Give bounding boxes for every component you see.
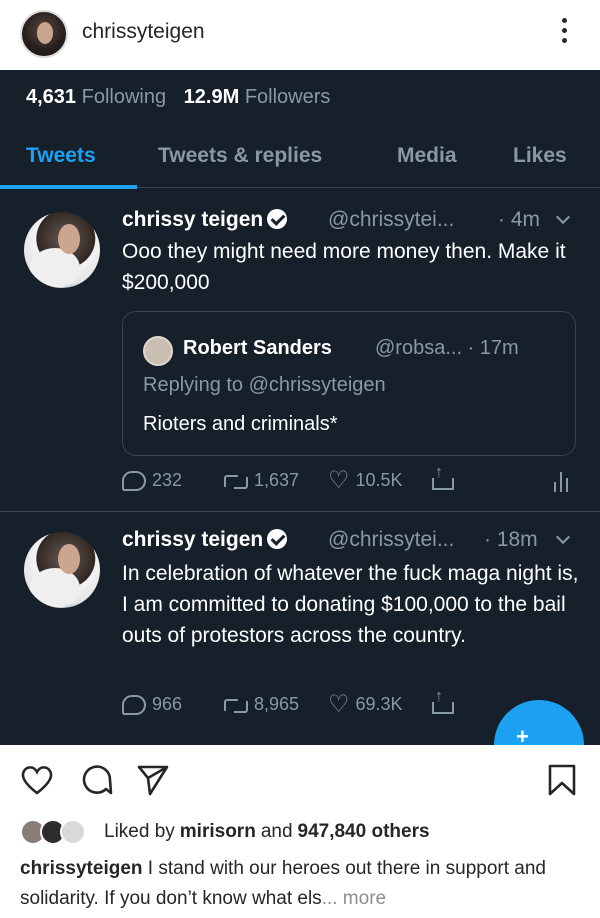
liked-by-and: and: [260, 821, 293, 842]
liked-by-row[interactable]: Liked by mirisorn and 947,840 others: [20, 819, 435, 845]
tab-media[interactable]: Media: [397, 144, 457, 168]
like-button[interactable]: ♡ 69.3K: [328, 690, 403, 718]
caption-more-link[interactable]: ... more: [322, 888, 386, 909]
tweet-time: · 18m: [484, 528, 538, 551]
reply-button[interactable]: 232: [122, 470, 182, 491]
post-username[interactable]: chrissyteigen: [82, 20, 205, 44]
like-count: 69.3K: [355, 694, 403, 714]
reply-button[interactable]: 966: [122, 694, 182, 715]
ig-post-header: chrissyteigen: [0, 0, 600, 70]
send-icon[interactable]: [136, 763, 170, 797]
liked-by-prefix: Liked by: [104, 821, 175, 842]
liked-by-user[interactable]: mirisorn: [180, 821, 256, 843]
liked-by-avatars: [20, 819, 98, 845]
following-count: 4,631: [26, 86, 77, 108]
tweet-avatar[interactable]: [24, 532, 100, 608]
reply-icon: [122, 694, 146, 715]
profile-avatar[interactable]: [20, 10, 68, 58]
share-icon: [432, 464, 454, 490]
verified-badge-icon: [267, 209, 288, 229]
compose-icon: +: [516, 724, 529, 745]
heart-icon: ♡: [328, 690, 350, 718]
tab-tweets[interactable]: Tweets: [26, 144, 96, 168]
active-tab-indicator: [0, 185, 137, 189]
followers-count: 12.9M: [183, 86, 240, 108]
quoted-tweet[interactable]: Robert Sanders @robsa... · 17m Replying …: [122, 311, 576, 456]
tab-likes[interactable]: Likes: [513, 144, 567, 168]
share-button[interactable]: [432, 688, 454, 714]
quoted-handle: @robsa... · 17m: [375, 337, 519, 359]
profile-tabs: Tweets Tweets & replies Media Likes: [0, 130, 600, 188]
bookmark-icon[interactable]: [545, 763, 579, 797]
followers-label: Followers: [244, 86, 331, 108]
retweet-button[interactable]: 1,637: [222, 470, 299, 491]
retweet-icon: [222, 697, 250, 713]
retweet-count: 8,965: [254, 694, 300, 714]
like-heart-icon[interactable]: [20, 763, 54, 797]
tweet-handle[interactable]: @chrissytei...: [328, 528, 454, 552]
chevron-down-icon[interactable]: [555, 209, 571, 225]
heart-icon: ♡: [328, 466, 350, 494]
more-options-icon[interactable]: [556, 18, 572, 48]
comment-icon[interactable]: [80, 763, 114, 797]
ig-action-bar: [0, 745, 600, 815]
tweet-author-name[interactable]: chrissy teigen: [122, 208, 288, 232]
analytics-icon[interactable]: [554, 470, 572, 492]
retweet-count: 1,637: [254, 470, 300, 490]
tweet-author-name[interactable]: chrissy teigen: [122, 528, 288, 552]
post-caption: chrissyteigen I stand with our heroes ou…: [20, 854, 590, 914]
liked-by-count[interactable]: 947,840 others: [298, 821, 430, 843]
retweet-button[interactable]: 8,965: [222, 694, 299, 715]
caption-username[interactable]: chrissyteigen: [20, 858, 143, 879]
share-icon: [432, 688, 454, 714]
share-button[interactable]: [432, 464, 454, 490]
quoted-author-name: Robert Sanders: [183, 337, 332, 359]
tweet-handle[interactable]: @chrissytei...: [328, 208, 454, 232]
tweet-text: Ooo they might need more money then. Mak…: [122, 240, 566, 294]
chevron-down-icon[interactable]: [555, 529, 571, 545]
reply-icon: [122, 470, 146, 491]
tab-tweets-replies[interactable]: Tweets & replies: [158, 144, 322, 168]
quoted-avatar: [143, 336, 173, 366]
reply-count: 232: [152, 470, 183, 490]
reply-count: 966: [152, 694, 183, 714]
tweet-time: · 4m: [498, 208, 540, 231]
quoted-text: Rioters and criminals*: [143, 413, 338, 435]
retweet-icon: [222, 473, 250, 489]
follow-stats: 4,631 Following 12.9M Followers: [26, 86, 342, 109]
tweet-actions: 232 1,637 ♡ 10.5K: [122, 464, 582, 500]
tweet-text: In celebration of whatever the fuck maga…: [122, 562, 579, 647]
like-count: 10.5K: [355, 470, 403, 490]
quoted-replying-to: Replying to @chrissyteigen: [143, 374, 386, 396]
verified-badge-icon: [267, 529, 288, 549]
tweet-divider: [0, 511, 600, 512]
following-label: Following: [81, 86, 167, 108]
tweet-avatar[interactable]: [24, 212, 100, 288]
like-button[interactable]: ♡ 10.5K: [328, 466, 403, 494]
tweet-screenshot-image: 4,631 Following 12.9M Followers Tweets T…: [0, 70, 600, 745]
